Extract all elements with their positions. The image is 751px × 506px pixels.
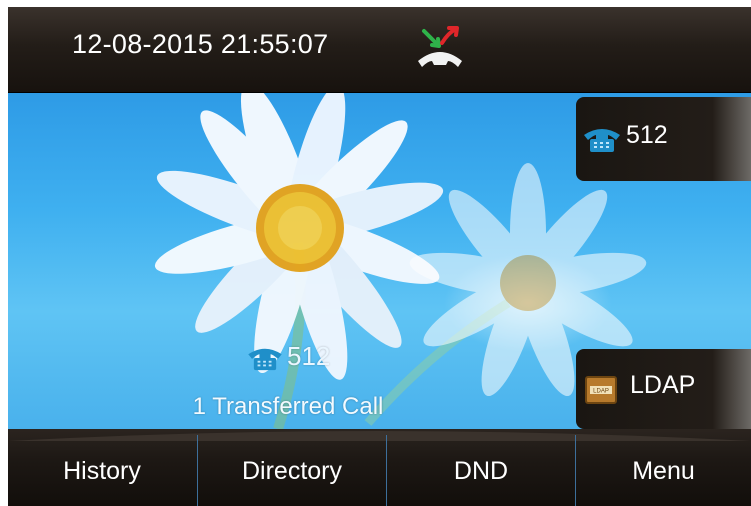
history-softkey[interactable]: History — [8, 437, 196, 506]
phone-icon — [248, 348, 282, 371]
history-softkey-label: History — [63, 457, 141, 485]
wallpaper: 512 LDAP LDAP 512 1 Transferred Call — [8, 93, 751, 429]
ldap-book-icon: LDAP — [585, 376, 617, 404]
line-key-label: LDAP — [630, 371, 696, 399]
svg-text:LDAP: LDAP — [593, 389, 609, 395]
phone-icon — [584, 129, 620, 152]
notification-message[interactable]: 1 Transferred Call — [8, 393, 576, 421]
directory-softkey-label: Directory — [241, 457, 342, 485]
notification-number: 512 — [287, 341, 331, 371]
softkey-bar: History Directory DND Menu — [8, 429, 751, 506]
datetime: 12-08-2015 21:55:07 — [72, 29, 329, 59]
handset-missed-call-icon — [418, 26, 462, 67]
status-bar: 12-08-2015 21:55:07 — [8, 7, 751, 93]
menu-softkey[interactable]: Menu — [576, 437, 751, 506]
line-key-ldap[interactable]: LDAP LDAP — [576, 349, 751, 429]
directory-softkey[interactable]: Directory — [198, 437, 386, 506]
dnd-softkey[interactable]: DND — [387, 437, 575, 506]
dnd-softkey-label: DND — [453, 457, 509, 485]
phone-screen: 12-08-2015 21:55:07 512 LDAP LDAP 512 1 … — [8, 7, 751, 506]
line-key-account-512[interactable]: 512 — [576, 97, 751, 181]
line-key-label: 512 — [626, 121, 668, 149]
menu-softkey-label: Menu — [632, 457, 695, 485]
